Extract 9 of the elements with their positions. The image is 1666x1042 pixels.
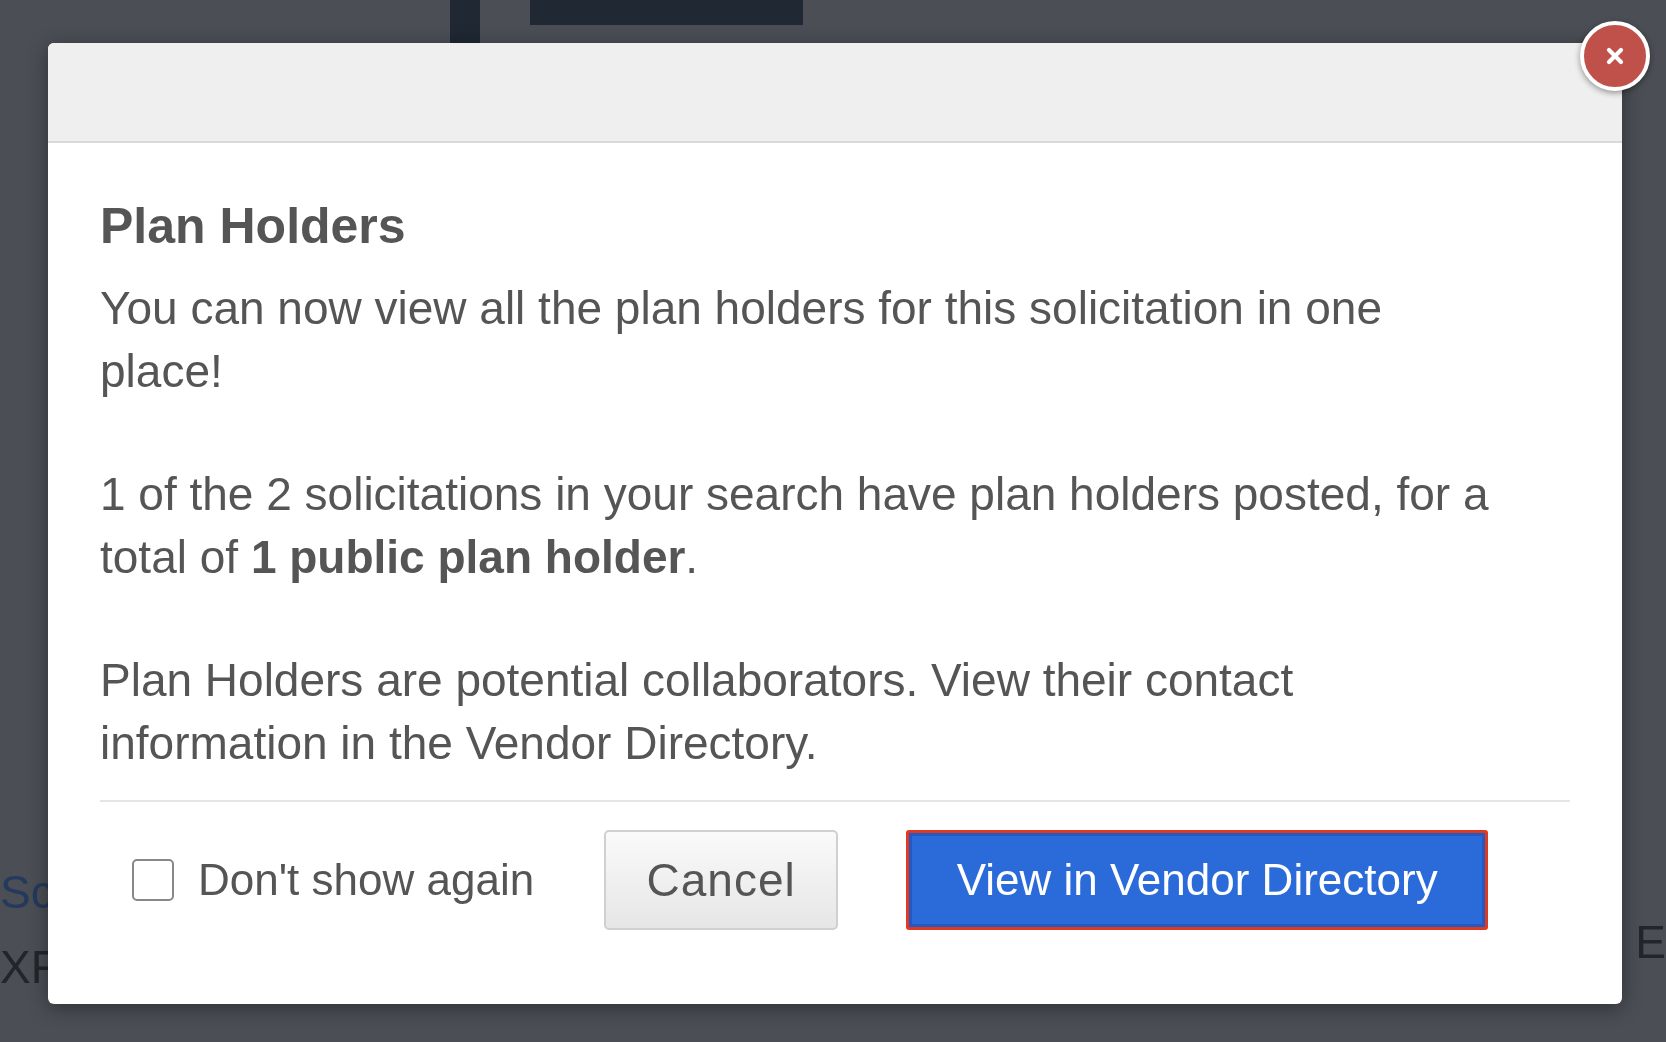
dont-show-again-checkbox[interactable]: Don't show again xyxy=(132,855,535,905)
close-button[interactable] xyxy=(1580,21,1650,91)
dialog-title: Plan Holders xyxy=(100,197,407,255)
view-in-vendor-directory-button[interactable]: View in Vendor Directory xyxy=(906,830,1489,930)
dialog-paragraph: 1 of the 2 solicitations in your search have plan holders posted, for a total of 1 public plan holder. xyxy=(100,467,1490,585)
header-block xyxy=(450,0,480,44)
cancel-button[interactable]: Cancel xyxy=(604,830,839,930)
dialog-paragraph: Plan Holders are potential collaborators. View their contact information in the Vendor Directory. xyxy=(100,653,1295,771)
dialog-paragraph: You can now view all the plan holders for this solicitation in one place! xyxy=(100,281,1383,399)
